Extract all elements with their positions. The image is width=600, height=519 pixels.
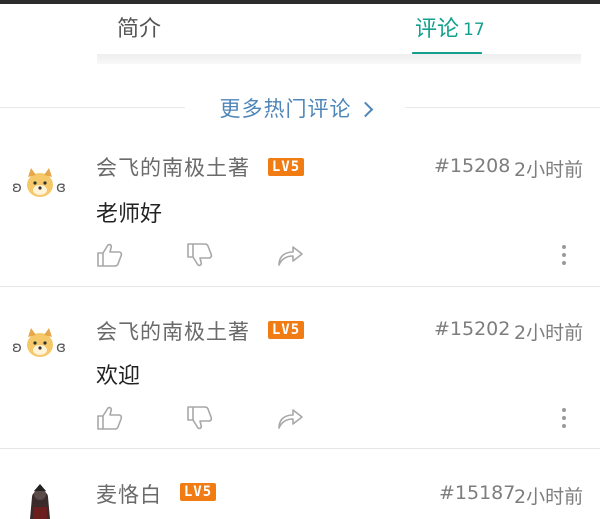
svg-text:ɞ: ɞ xyxy=(56,178,66,196)
more-vertical-icon[interactable] xyxy=(560,406,568,430)
svg-text:ʚ: ʚ xyxy=(12,338,22,356)
more-hot-comments-link[interactable]: 更多热门评论 xyxy=(185,92,405,124)
svg-text:ʚ: ʚ xyxy=(12,178,22,196)
dog-emoji-avatar[interactable]: ʚ ɞ xyxy=(12,166,68,202)
comment-divider xyxy=(0,286,600,287)
comments-page: 简介 评论 17 更多热门评论 ʚ ɞ 会飞的南极土著 LV5 #15208 2小… xyxy=(0,0,600,519)
tab-comments-label: 评论 xyxy=(415,17,460,42)
level-badge: LV5 xyxy=(268,321,304,339)
share-icon[interactable] xyxy=(276,405,304,431)
comment-text: 欢迎 xyxy=(96,364,141,389)
tab-comments-count: 17 xyxy=(463,20,485,40)
comment-item: ʚ ɞ 会飞的南极土著 LV5 #15208 2小时前 老师好 xyxy=(0,130,600,286)
tab-intro-label: 简介 xyxy=(117,17,162,42)
comment-username[interactable]: 会飞的南极土著 xyxy=(96,152,250,182)
comment-floor-number: #15187 xyxy=(439,482,516,504)
comment-item: 麦恪白 LV5 #15187 2小时前 xyxy=(0,449,600,519)
svg-text:ɞ: ɞ xyxy=(56,338,66,356)
tab-comments[interactable]: 评论 17 xyxy=(415,14,485,46)
comment-time: 2小时前 xyxy=(514,486,584,508)
more-vertical-icon[interactable] xyxy=(560,243,568,267)
comment-floor-number: #15208 xyxy=(434,155,511,177)
tab-content-edge xyxy=(97,54,581,64)
comment-username[interactable]: 会飞的南极土著 xyxy=(96,316,250,346)
character-avatar[interactable] xyxy=(12,481,68,519)
tab-intro[interactable]: 简介 xyxy=(117,14,161,46)
comment-text: 老师好 xyxy=(96,202,163,227)
dog-emoji-avatar[interactable]: ʚ ɞ xyxy=(12,326,68,362)
thumbs-down-icon[interactable] xyxy=(186,242,214,268)
level-badge: LV5 xyxy=(268,158,304,176)
comment-item: ʚ ɞ 会飞的南极土著 LV5 #15202 2小时前 欢迎 xyxy=(0,288,600,448)
share-icon[interactable] xyxy=(276,242,304,268)
comment-username[interactable]: 麦恪白 xyxy=(96,479,162,509)
thumbs-down-icon[interactable] xyxy=(186,405,214,431)
comment-floor-number: #15202 xyxy=(434,318,511,340)
thumbs-up-icon[interactable] xyxy=(96,242,124,268)
chevron-right-icon xyxy=(357,101,373,117)
more-hot-comments-label: 更多热门评论 xyxy=(219,97,352,121)
comment-time: 2小时前 xyxy=(514,159,584,181)
thumbs-up-icon[interactable] xyxy=(96,405,124,431)
tab-bar: 简介 评论 17 xyxy=(0,4,600,55)
comment-time: 2小时前 xyxy=(514,322,584,344)
level-badge: LV5 xyxy=(180,483,216,501)
